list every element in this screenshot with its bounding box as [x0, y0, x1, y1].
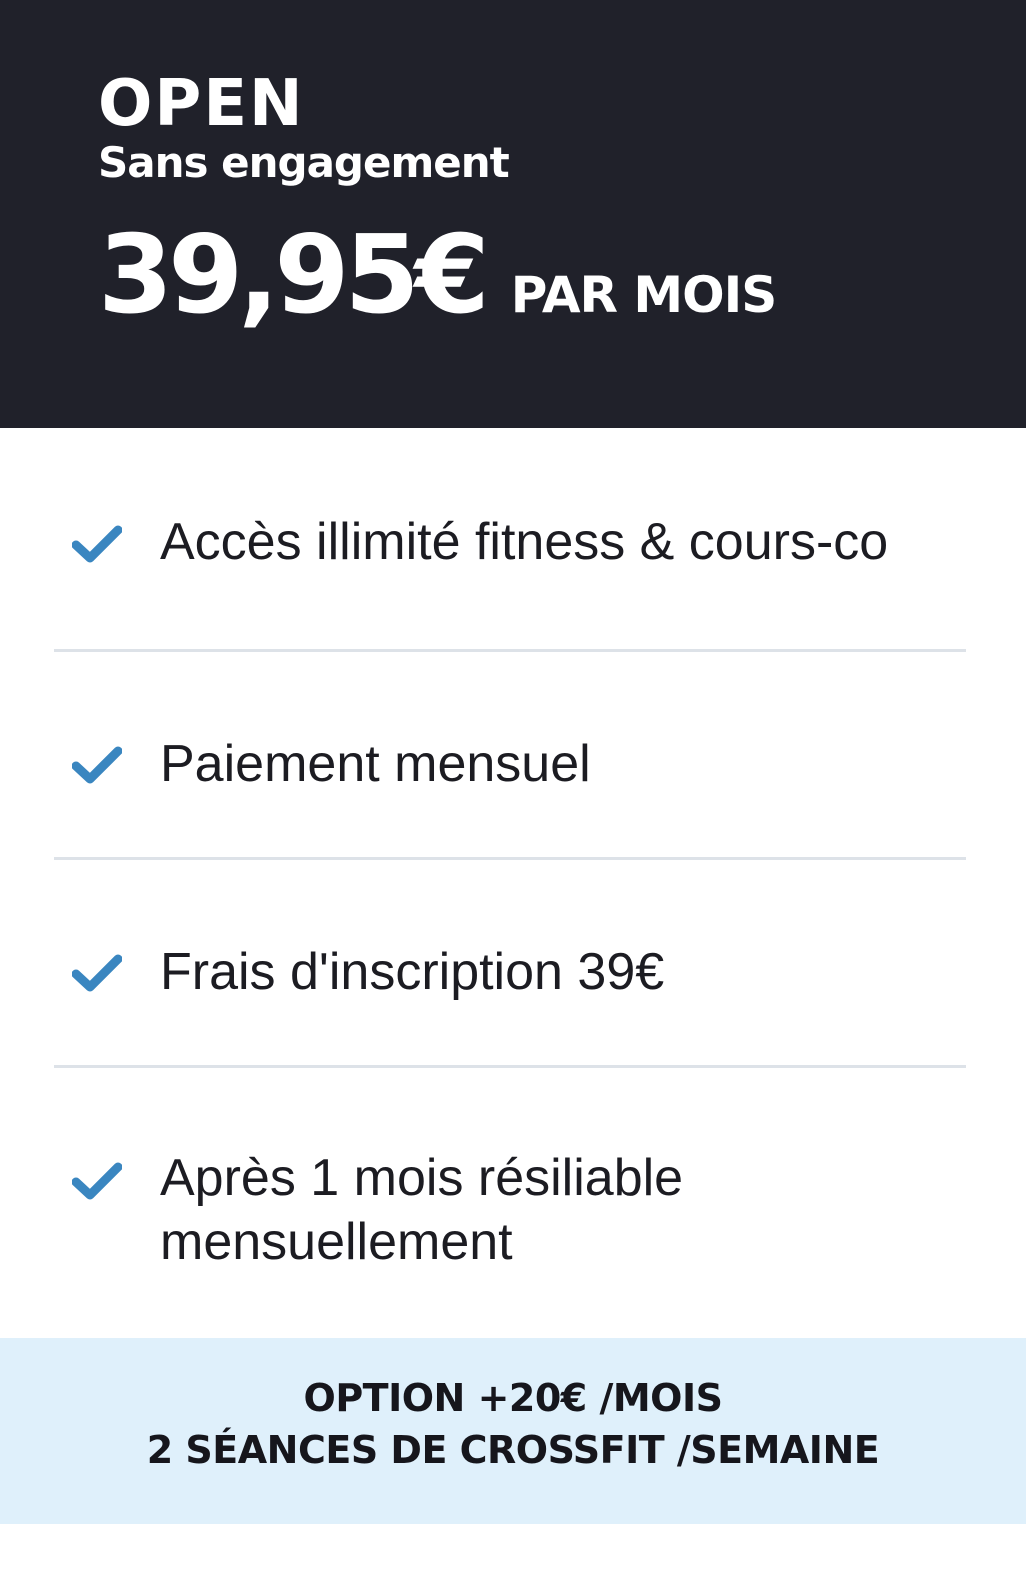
feature-text: Après 1 mois résiliable mensuellement	[160, 1149, 684, 1271]
pricing-card: OPEN Sans engagement 39,95€ PAR MOIS Acc…	[0, 0, 1026, 1594]
check-icon	[72, 954, 122, 992]
check-icon	[72, 1162, 122, 1200]
plan-header: OPEN Sans engagement 39,95€ PAR MOIS	[0, 0, 1026, 428]
check-icon	[72, 746, 122, 784]
feature-item: Après 1 mois résiliable mensuellement	[54, 1068, 966, 1314]
check-icon	[72, 525, 122, 563]
feature-list: Accès illimité fitness & cours-co Paieme…	[54, 428, 966, 1314]
plan-period: PAR MOIS	[510, 266, 778, 324]
plan-subtitle: Sans engagement	[98, 138, 510, 187]
feature-text: Paiement mensuel	[160, 735, 591, 793]
feature-item: Frais d'inscription 39€	[54, 860, 966, 1068]
price-row: 39,95€ PAR MOIS	[98, 213, 778, 338]
option-price: OPTION +20€ /MOIS	[303, 1376, 723, 1420]
feature-text: Accès illimité fitness & cours-co	[160, 513, 889, 571]
option-banner: OPTION +20€ /MOIS 2 SÉANCES DE CROSSFIT …	[0, 1338, 1026, 1524]
option-description: 2 SÉANCES DE CROSSFIT /SEMAINE	[146, 1428, 880, 1472]
feature-text: Frais d'inscription 39€	[160, 943, 665, 1001]
plan-price: 39,95€	[98, 213, 490, 338]
feature-item: Accès illimité fitness & cours-co	[54, 428, 966, 652]
plan-name: OPEN	[98, 67, 305, 141]
feature-item: Paiement mensuel	[54, 652, 966, 860]
